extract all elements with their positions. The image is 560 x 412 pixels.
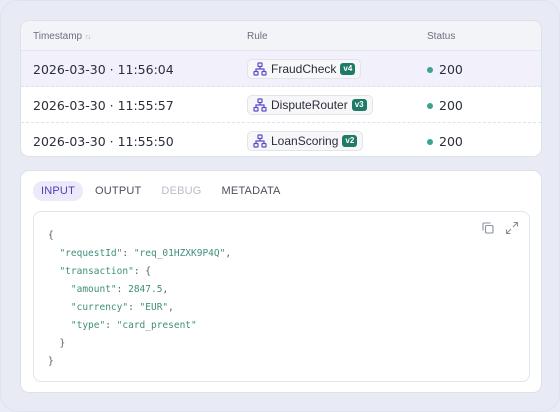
tab-metadata[interactable]: METADATA: [214, 181, 289, 201]
timestamp-cell: 2026-03-30 · 11:56:04: [33, 62, 174, 77]
json-viewer[interactable]: { "requestId": "req_01HZXK9P4Q", "transa…: [33, 211, 530, 382]
timestamp-cell: 2026-03-30 · 11:55:57: [33, 98, 174, 113]
detail-tabs: INPUT OUTPUT DEBUG METADATA: [33, 181, 289, 203]
version-badge: v2: [342, 135, 358, 147]
version-badge: v4: [340, 63, 356, 75]
rule-chip[interactable]: LoanScoring v2: [247, 131, 364, 151]
requests-table: Timestamp ↑↓ Rule Status 2026-03-30 · 11:…: [20, 20, 542, 157]
rule-chip[interactable]: FraudCheck v4: [247, 59, 362, 79]
copy-icon[interactable]: [481, 221, 495, 235]
table-row[interactable]: 2026-03-30 · 11:55:57 DisputeRouter v3 2…: [21, 87, 541, 123]
table-row[interactable]: 2026-03-30 · 11:56:04 FraudCheck v4 200: [21, 51, 541, 87]
status-code: 200: [439, 134, 463, 149]
request-detail-panel: INPUT OUTPUT DEBUG METADATA { "requestId…: [20, 170, 542, 393]
version-badge: v3: [351, 99, 367, 111]
expand-icon[interactable]: [505, 221, 519, 235]
tab-debug: DEBUG: [161, 185, 202, 197]
timestamp-cell: 2026-03-30 · 11:55:50: [33, 134, 174, 149]
tab-output[interactable]: OUTPUT: [87, 181, 149, 201]
status-cell: 200: [427, 62, 463, 77]
rule-chip[interactable]: DisputeRouter v3: [247, 95, 373, 115]
table-header: Timestamp ↑↓ Rule Status: [21, 21, 541, 51]
json-code: { "requestId": "req_01HZXK9P4Q", "transa…: [48, 230, 232, 367]
column-header-status: Status: [427, 31, 456, 42]
rule-name: FraudCheck: [271, 62, 337, 76]
hierarchy-icon: [253, 98, 267, 112]
column-header-timestamp[interactable]: Timestamp ↑↓: [33, 31, 91, 42]
status-dot: [427, 102, 433, 109]
status-dot: [427, 66, 433, 73]
tab-input[interactable]: INPUT: [33, 181, 83, 201]
status-dot: [427, 138, 433, 145]
app-frame: Timestamp ↑↓ Rule Status 2026-03-30 · 11:…: [0, 0, 560, 412]
rule-name: LoanScoring: [271, 134, 339, 148]
status-code: 200: [439, 98, 463, 113]
status-code: 200: [439, 62, 463, 77]
hierarchy-icon: [253, 134, 267, 148]
column-header-rule: Rule: [247, 31, 268, 42]
table-row[interactable]: 2026-03-30 · 11:55:50 LoanScoring v2 200: [21, 123, 541, 156]
code-toolbar: [481, 221, 519, 235]
status-cell: 200: [427, 134, 463, 149]
hierarchy-icon: [253, 62, 267, 76]
sort-icon[interactable]: ↑↓: [85, 34, 91, 41]
status-cell: 200: [427, 98, 463, 113]
rule-name: DisputeRouter: [271, 98, 348, 112]
